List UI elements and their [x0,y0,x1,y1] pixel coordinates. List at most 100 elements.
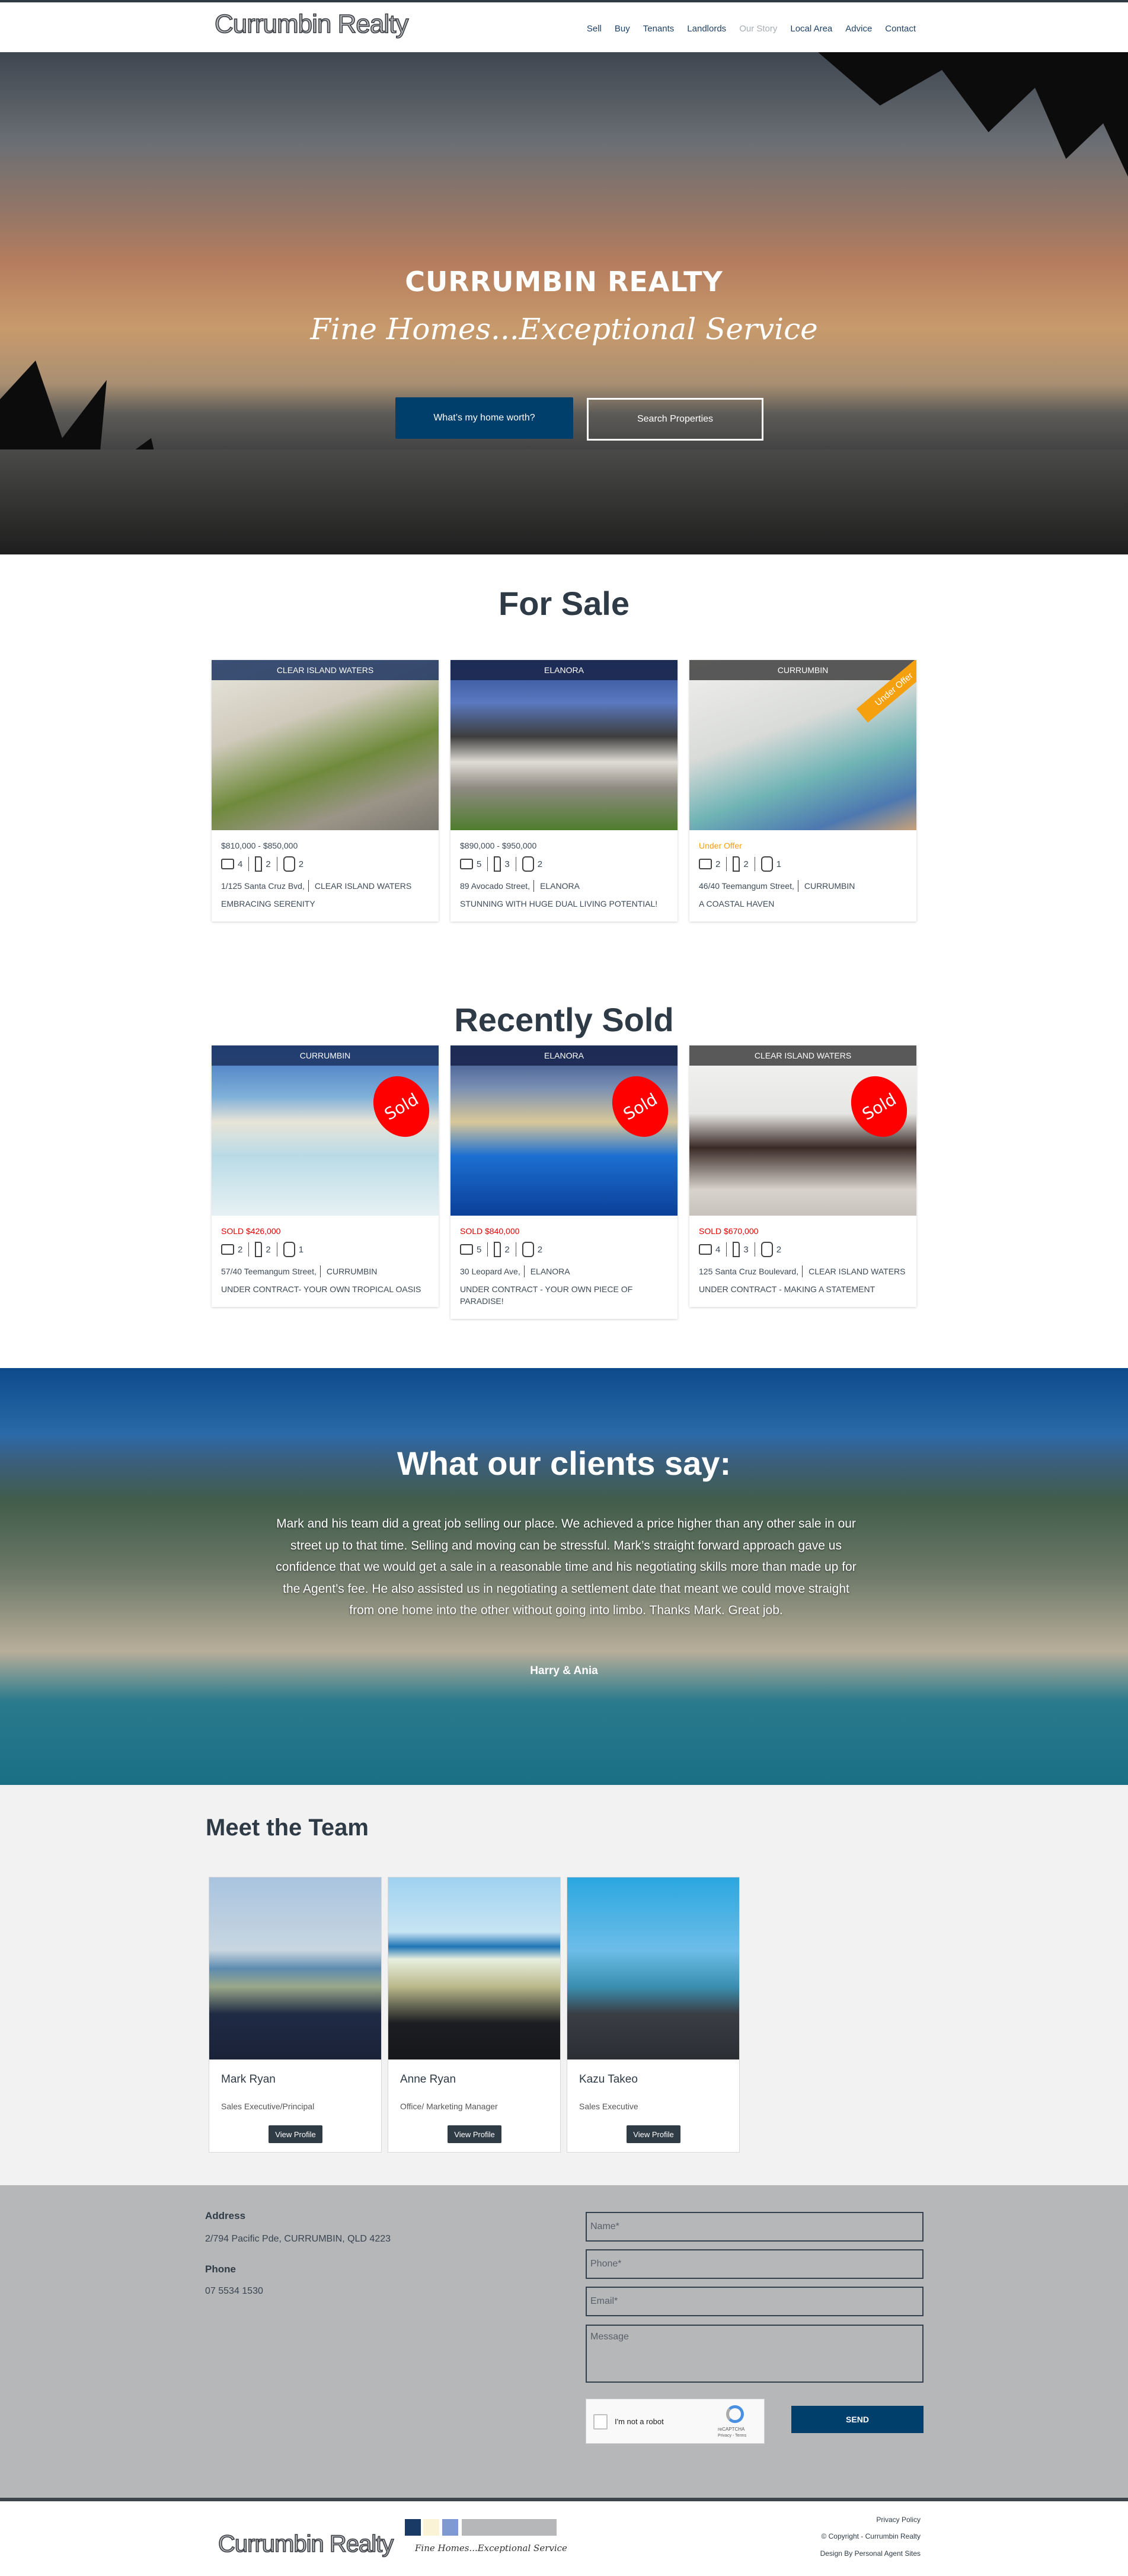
beach [0,449,1128,554]
view-profile-button[interactable]: View Profile [627,2125,680,2143]
sold-badge: Sold [840,1066,916,1147]
bath-count: 3 [504,859,510,869]
listing-card[interactable]: CURRUMBIN Sold SOLD $426,000 2 2 1 57/40… [212,1045,439,1307]
listing-price: $890,000 - $950,000 [460,841,537,850]
car-icon [760,1242,773,1257]
car-count: 1 [776,859,782,869]
listing-card[interactable]: ELANORA $890,000 - $950,000 5 3 2 89 Avo… [450,660,678,922]
shower-icon [255,856,263,872]
listing-address: 125 Santa Cruz Boulevard, CLEAR ISLAND W… [699,1265,907,1277]
listing-headline[interactable]: A COASTAL HAVEN [699,898,907,910]
team-name: Mark Ryan [221,2073,276,2086]
brand-swatch [423,2519,439,2536]
view-profile-button[interactable]: View Profile [448,2125,501,2143]
listing-price: SOLD $426,000 [221,1226,281,1236]
view-profile-button[interactable]: View Profile [269,2125,322,2143]
testimonial-section: What our clients say: Mark and his team … [0,1368,1128,1785]
listing-suburb: CURRUMBIN [689,660,916,680]
bed-icon [460,1244,473,1255]
team-section: Meet the Team Mark Ryan Sales Executive/… [0,1785,1128,2185]
listing-street: 46/40 Teemangum Street, [699,880,798,892]
message-input[interactable] [586,2325,924,2383]
nav-buy[interactable]: Buy [615,24,630,34]
bed-count: 5 [477,1244,482,1255]
listing-price: SOLD $670,000 [699,1226,759,1236]
listing-locality: ELANORA [540,881,580,891]
listing-photo[interactable]: CLEAR ISLAND WATERS [212,660,439,830]
listing-card[interactable]: ELANORA Sold SOLD $840,000 5 2 2 30 Leop… [450,1045,678,1319]
name-input[interactable] [586,2212,924,2242]
email-input[interactable] [586,2287,924,2316]
car-icon [522,1242,534,1257]
nav-tenants[interactable]: Tenants [643,24,675,34]
listing-street: 57/40 Teemangum Street, [221,1265,321,1277]
copyright-text: © Copyright - Currumbin Realty [821,2532,921,2540]
team-card: Anne Ryan Office/ Marketing Manager View… [388,1877,561,2153]
listing-headline[interactable]: UNDER CONTRACT - YOUR OWN PIECE OF PARAD… [460,1283,668,1307]
car-count: 2 [776,1244,782,1255]
captcha-brand: reCAPTCHA [718,2427,745,2432]
hero-banner: CURRUMBIN REALTY Fine Homes...Exceptiona… [0,52,1128,554]
listing-card[interactable]: CLEAR ISLAND WATERS $810,000 - $850,000 … [212,660,439,922]
nav-sell[interactable]: Sell [587,24,602,34]
team-card: Mark Ryan Sales Executive/Principal View… [209,1877,382,2153]
listing-photo[interactable]: ELANORA [450,660,678,830]
team-name: Anne Ryan [400,2073,456,2086]
nav-advice[interactable]: Advice [845,24,872,34]
bed-icon [221,859,234,869]
bath-count: 2 [266,859,271,869]
nav-contact[interactable]: Contact [885,24,916,34]
listing-card[interactable]: CLEAR ISLAND WATERS Sold SOLD $670,000 4… [689,1045,916,1307]
recaptcha-widget: I'm not a robot reCAPTCHA Privacy - Term… [586,2399,765,2444]
hero-tagline: Fine Homes...Exceptional Service [310,312,818,346]
listing-features: 2 2 1 [699,856,907,872]
listing-photo[interactable]: CURRUMBIN Under Offer [689,660,916,830]
privacy-link[interactable]: Privacy Policy [876,2516,921,2524]
listing-headline[interactable]: UNDER CONTRACT - MAKING A STATEMENT [699,1283,907,1295]
team-role: Office/ Marketing Manager [400,2102,498,2111]
home-worth-button[interactable]: What’s my home worth? [395,397,573,439]
listing-locality: CLEAR ISLAND WATERS [314,881,412,891]
shower-icon [733,1242,740,1257]
listing-headline[interactable]: UNDER CONTRACT- YOUR OWN TROPICAL OASIS [221,1283,429,1295]
search-properties-button[interactable]: Search Properties [587,398,763,441]
footer-tagline: Fine Homes...Exceptional Service [415,2543,567,2553]
contact-section: Address 2/794 Pacific Pde, CURRUMBIN, QL… [0,2185,1128,2498]
team-role: Sales Executive/Principal [221,2102,315,2111]
bed-icon [221,1244,234,1255]
listing-features: 4 2 2 [221,856,429,872]
listing-street: 30 Leopard Ave, [460,1265,525,1277]
listing-photo[interactable]: CURRUMBIN Sold [212,1045,439,1216]
send-button[interactable]: SEND [791,2406,924,2433]
car-count: 2 [537,859,543,869]
car-icon [760,856,773,872]
captcha-checkbox[interactable] [593,2414,608,2430]
listing-card[interactable]: CURRUMBIN Under Offer Under Offer 2 2 1 … [689,660,916,922]
recaptcha-icon [726,2405,744,2423]
logo[interactable]: Currumbin Realty [214,9,409,39]
listing-street: 1/125 Santa Cruz Bvd, [221,880,309,892]
listing-locality: CURRUMBIN [804,881,855,891]
phone-text[interactable]: 07 5534 1530 [205,2286,263,2297]
design-credit[interactable]: Design By Personal Agent Sites [820,2549,921,2558]
bath-count: 2 [743,859,749,869]
listing-suburb: ELANORA [450,660,678,680]
captcha-links[interactable]: Privacy - Terms [718,2434,746,2438]
listing-headline[interactable]: STUNNING WITH HUGE DUAL LIVING POTENTIAL… [460,898,668,910]
brand-swatch [442,2519,458,2536]
site-header: Currumbin Realty Sell Buy Tenants Landlo… [0,2,1128,52]
listing-locality: ELANORA [530,1267,570,1276]
phone-input[interactable] [586,2249,924,2279]
bed-count: 5 [477,859,482,869]
listing-photo[interactable]: ELANORA Sold [450,1045,678,1216]
brand-swatch [462,2519,557,2536]
nav-local-area[interactable]: Local Area [790,24,832,34]
nav-landlords[interactable]: Landlords [687,24,726,34]
listing-photo[interactable]: CLEAR ISLAND WATERS Sold [689,1045,916,1216]
listing-headline[interactable]: EMBRACING SERENITY [221,898,429,910]
nav-our-story[interactable]: Our Story [739,24,777,34]
listing-suburb: ELANORA [450,1045,678,1066]
palm-silhouette [818,52,1128,177]
sold-badge: Sold [601,1066,678,1147]
bath-count: 2 [266,1244,271,1255]
